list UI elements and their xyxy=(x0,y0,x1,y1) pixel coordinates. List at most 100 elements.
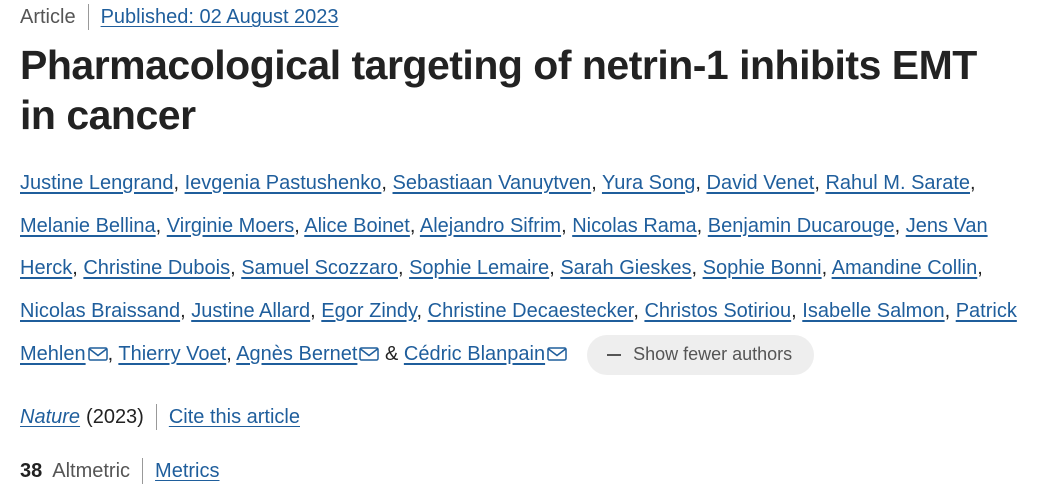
author-separator: , xyxy=(977,257,983,280)
author-link[interactable]: Isabelle Salmon xyxy=(802,300,944,322)
citation-row: Nature (2023) Cite this article xyxy=(20,404,300,430)
author-item: Samuel Scozzaro xyxy=(241,257,398,279)
author-separator: , xyxy=(633,300,645,323)
author-item: Sophie Lemaire xyxy=(409,257,549,279)
author-link[interactable]: Alice Boinet xyxy=(304,215,410,237)
author-separator: , xyxy=(549,257,561,280)
author-separator: & xyxy=(379,342,404,365)
article-meta: Article Published: 02 August 2023 xyxy=(20,4,339,30)
author-item: Sophie Bonni xyxy=(703,257,822,279)
author-separator: , xyxy=(814,172,826,194)
author-link[interactable]: Thierry Voet xyxy=(118,343,226,365)
minus-icon xyxy=(607,353,622,356)
author-separator: , xyxy=(821,257,832,280)
author-separator: , xyxy=(791,300,803,323)
meta-divider xyxy=(87,4,89,30)
article-type: Article xyxy=(20,6,76,28)
author-item: Christos Sotiriou xyxy=(644,300,791,322)
author-list: Justine Lengrand, Ievgenia Pastushenko, … xyxy=(20,162,1020,376)
author-item: Nicolas Rama xyxy=(572,215,696,237)
citation-divider xyxy=(155,404,157,430)
author-link[interactable]: Amandine Collin xyxy=(832,257,978,279)
author-item: Egor Zindy xyxy=(321,300,416,322)
author-separator: , xyxy=(695,172,707,194)
author-separator: , xyxy=(230,257,242,280)
author-link[interactable]: Rahul M. Sarate xyxy=(825,172,970,194)
metrics-row: 38 Altmetric Metrics xyxy=(20,458,220,484)
email-icon[interactable] xyxy=(87,347,108,361)
journal-link[interactable]: Nature xyxy=(20,404,80,430)
author-link[interactable]: Sophie Lemaire xyxy=(409,257,549,279)
email-icon[interactable] xyxy=(359,347,380,361)
author-item: David Venet xyxy=(707,172,815,194)
author-item: Agnès Bernet xyxy=(236,343,380,365)
author-item: Sebastiaan Vanuytven xyxy=(393,172,592,194)
author-item: Ievgenia Pastushenko xyxy=(185,172,382,194)
cite-article-link[interactable]: Cite this article xyxy=(169,404,300,430)
author-separator: , xyxy=(294,214,305,237)
author-link[interactable]: Christine Dubois xyxy=(83,257,230,279)
author-link[interactable]: Christos Sotiriou xyxy=(644,300,791,322)
author-separator: , xyxy=(894,214,906,237)
author-link[interactable]: Samuel Scozzaro xyxy=(241,257,398,279)
author-item: Alice Boinet xyxy=(304,215,410,237)
author-link[interactable]: Agnès Bernet xyxy=(236,343,357,365)
author-item: Thierry Voet xyxy=(118,343,226,365)
author-item: Yura Song xyxy=(602,172,695,194)
author-separator: , xyxy=(696,214,708,237)
author-separator: , xyxy=(409,214,420,237)
author-item: Cédric Blanpain xyxy=(404,343,567,365)
author-item: Isabelle Salmon xyxy=(802,300,944,322)
author-link[interactable]: Sarah Gieskes xyxy=(560,257,691,279)
author-link[interactable]: Cédric Blanpain xyxy=(404,343,545,365)
show-fewer-label: Show fewer authors xyxy=(633,344,793,365)
author-item: Justine Lengrand xyxy=(20,172,173,194)
author-separator: , xyxy=(180,300,192,323)
email-icon[interactable] xyxy=(547,347,567,361)
author-separator: , xyxy=(72,257,84,280)
show-fewer-authors-button[interactable]: Show fewer authors xyxy=(587,334,815,375)
author-separator: , xyxy=(416,300,428,323)
author-separator: , xyxy=(226,342,237,365)
author-link[interactable]: Virginie Moers xyxy=(167,215,294,237)
author-link[interactable]: David Venet xyxy=(707,172,815,194)
author-link[interactable]: Yura Song xyxy=(602,172,695,194)
author-item: Virginie Moers xyxy=(167,215,294,237)
author-link[interactable]: Nicolas Rama xyxy=(572,215,696,237)
metrics-divider xyxy=(142,458,144,484)
author-item: Benjamin Ducarouge xyxy=(708,215,895,237)
author-separator: , xyxy=(591,172,602,194)
altmetric-score: 38 xyxy=(20,460,43,482)
author-separator: , xyxy=(381,172,393,194)
author-separator: , xyxy=(691,257,703,280)
metrics-link[interactable]: Metrics xyxy=(155,458,219,484)
author-item: Christine Decaestecker xyxy=(428,300,634,322)
author-link[interactable]: Egor Zindy xyxy=(321,300,416,322)
author-item: Amandine Collin xyxy=(832,257,978,279)
author-link[interactable]: Justine Lengrand xyxy=(20,172,173,194)
author-separator: , xyxy=(310,300,322,323)
author-link[interactable]: Melanie Bellina xyxy=(20,215,156,237)
author-item: Rahul M. Sarate xyxy=(825,172,970,194)
author-separator: , xyxy=(173,172,185,194)
author-separator: , xyxy=(155,214,167,237)
published-date-link[interactable]: Published: 02 August 2023 xyxy=(101,4,339,30)
author-separator: , xyxy=(397,257,410,280)
author-link[interactable]: Christine Decaestecker xyxy=(428,300,634,322)
author-link[interactable]: Alejandro Sifrim xyxy=(420,215,561,237)
author-link[interactable]: Nicolas Braissand xyxy=(20,300,180,322)
author-separator: , xyxy=(561,214,573,237)
author-link[interactable]: Justine Allard xyxy=(191,300,310,322)
author-link[interactable]: Ievgenia Pastushenko xyxy=(185,172,382,194)
author-separator: , xyxy=(107,342,119,365)
author-separator: , xyxy=(970,172,976,194)
author-item: Melanie Bellina xyxy=(20,215,156,237)
article-header: Article Published: 02 August 2023 Pharma… xyxy=(0,0,1037,498)
publication-year: (2023) xyxy=(86,406,144,428)
author-link[interactable]: Benjamin Ducarouge xyxy=(708,215,895,237)
author-item: Alejandro Sifrim xyxy=(420,215,561,237)
author-link[interactable]: Sebastiaan Vanuytven xyxy=(393,172,592,194)
author-item: Christine Dubois xyxy=(83,257,230,279)
author-item: Sarah Gieskes xyxy=(560,257,691,279)
author-link[interactable]: Sophie Bonni xyxy=(703,257,822,279)
